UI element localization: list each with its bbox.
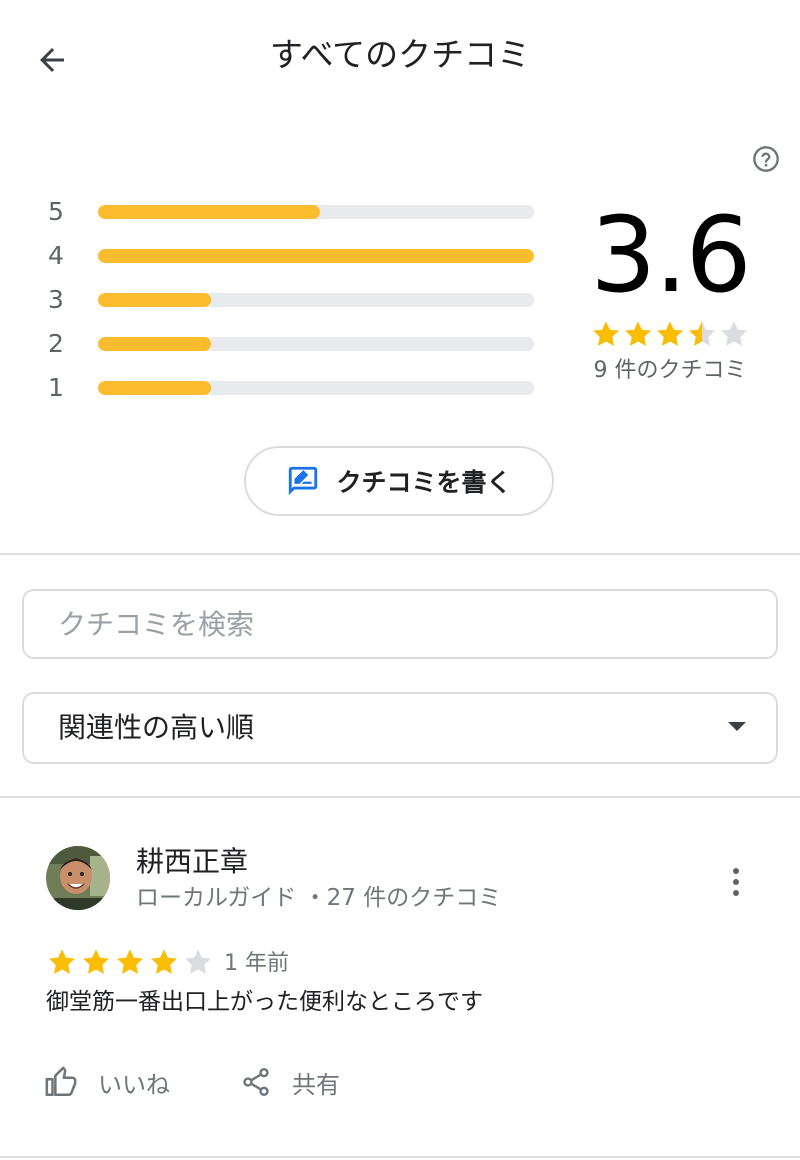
more-vert-icon-dot <box>733 879 739 885</box>
histogram-bar-fill <box>98 293 212 307</box>
histogram-label: 5 <box>48 197 64 226</box>
share-label: 共有 <box>292 1070 340 1099</box>
review-search-input[interactable] <box>58 591 758 657</box>
reviewer-meta: ローカルガイド ・27 件のクチコミ <box>136 885 502 911</box>
avatar[interactable] <box>46 846 110 910</box>
star-half-icon <box>689 321 715 346</box>
histogram-bar-track <box>98 381 534 395</box>
review-stars <box>46 946 214 978</box>
histogram-label: 1 <box>48 373 64 402</box>
star-empty-icon <box>721 321 747 346</box>
thumb-up-icon <box>45 1066 77 1097</box>
sort-select[interactable]: 関連性の高い順 <box>22 692 778 764</box>
divider <box>0 796 800 798</box>
star-filled-icon <box>593 321 619 346</box>
review-text: 御堂筋一番出口上がった便利なところです <box>46 989 483 1015</box>
histogram-bar-track <box>98 293 534 307</box>
more-vert-icon <box>733 868 739 874</box>
star-filled-icon <box>625 321 651 346</box>
divider <box>0 1156 800 1158</box>
histogram-row-3: 3 <box>40 285 550 315</box>
review-count: 9 件のクチコミ <box>593 358 747 383</box>
like-button[interactable]: いいね <box>44 1060 170 1104</box>
share-button[interactable]: 共有 <box>240 1060 340 1104</box>
divider <box>0 553 800 555</box>
histogram-row-1: 1 <box>40 373 550 403</box>
average-rating: 3.6 <box>590 194 751 316</box>
histogram-bar-track <box>98 249 534 263</box>
reviewer-name[interactable]: 耕西正章 <box>136 842 248 882</box>
histogram-row-2: 2 <box>40 329 550 359</box>
review-search-box[interactable] <box>22 589 778 659</box>
average-rating-stars <box>590 318 750 350</box>
help-circle-icon <box>753 146 779 172</box>
histogram-bar-fill <box>98 249 534 263</box>
review-time: 1 年前 <box>224 951 289 976</box>
star-filled-icon <box>83 949 109 974</box>
write-review-label: クチコミを書く <box>336 468 512 497</box>
reviewer-photo-icon <box>46 846 110 910</box>
histogram-bar-fill <box>98 381 212 395</box>
like-label: いいね <box>98 1070 170 1099</box>
histogram-label: 4 <box>48 241 64 270</box>
star-filled-icon <box>657 321 683 346</box>
star-empty-icon <box>185 949 211 974</box>
rate-review-icon <box>289 466 318 496</box>
histogram-row-4: 4 <box>40 241 550 271</box>
write-review-button[interactable]: クチコミを書く <box>244 446 554 516</box>
star-filled-icon <box>49 949 75 974</box>
histogram-bar-fill <box>98 205 321 219</box>
more-vert-icon-dot <box>733 890 739 896</box>
dropdown-arrow-icon <box>728 722 746 731</box>
star-filled-icon <box>151 949 177 974</box>
histogram-bar-fill <box>98 337 212 351</box>
histogram-row-5: 5 <box>40 197 550 227</box>
star-filled-icon <box>117 949 143 974</box>
histogram-bar-track <box>98 337 534 351</box>
histogram-label: 3 <box>48 285 64 314</box>
help-button[interactable] <box>752 145 780 173</box>
histogram-bar-track <box>98 205 534 219</box>
more-options-button[interactable] <box>716 862 756 902</box>
sort-selected-label: 関連性の高い順 <box>58 711 255 744</box>
histogram-label: 2 <box>48 329 64 358</box>
page-title: すべてのクチコミ <box>269 35 531 74</box>
share-icon <box>243 1068 269 1096</box>
